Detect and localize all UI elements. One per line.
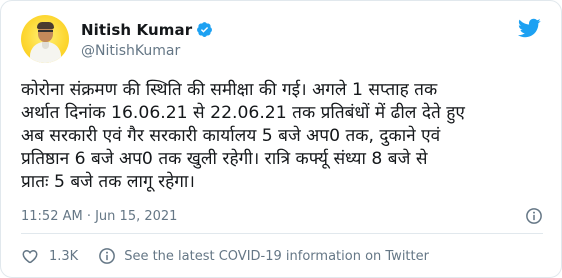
like-button[interactable]: 1.3K [21, 247, 78, 265]
tweet-timestamp[interactable]: 11:52 AM · Jun 15, 2021 [21, 209, 177, 224]
covid-info-text: See the latest COVID-19 information on T… [124, 248, 429, 264]
info-icon[interactable] [525, 207, 543, 225]
display-name[interactable]: Nitish Kumar [81, 21, 192, 39]
avatar-glasses [38, 30, 53, 34]
user-info: Nitish Kumar @NitishKumar [81, 20, 213, 59]
tweet-card[interactable]: Nitish Kumar @NitishKumar कोरोना संक्रमण… [0, 0, 562, 278]
twitter-bird-icon[interactable] [517, 18, 541, 38]
covid-info-link[interactable]: See the latest COVID-19 information on T… [98, 247, 429, 265]
avatar-hair [37, 22, 54, 29]
divider [21, 233, 543, 234]
avatar-collar [42, 42, 49, 49]
profile-avatar[interactable] [21, 15, 69, 63]
like-count: 1.3K [49, 248, 79, 264]
name-row: Nitish Kumar [81, 20, 213, 40]
verified-badge-icon [197, 22, 213, 37]
tweet-meta-row: 11:52 AM · Jun 15, 2021 [21, 206, 543, 226]
tweet-text: कोरोना संक्रमण की स्थिति की समीक्षा की ग… [21, 80, 465, 192]
tweet-actions: 1.3K See the latest COVID-19 information… [21, 244, 429, 268]
covid-info-icon [99, 248, 116, 264]
tweet-header: Nitish Kumar @NitishKumar [21, 15, 213, 63]
user-handle[interactable]: @NitishKumar [81, 43, 213, 59]
heart-icon [22, 249, 38, 264]
